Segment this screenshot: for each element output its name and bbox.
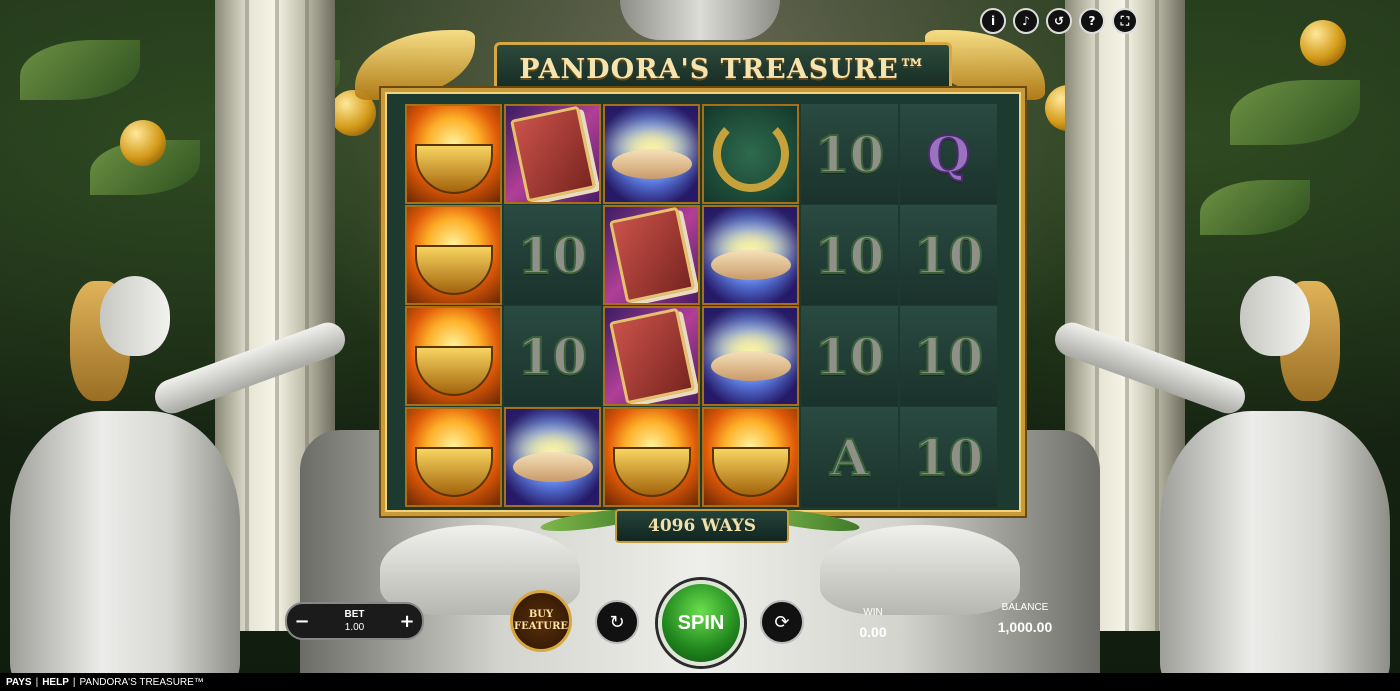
flame-bowl-symbol <box>603 407 700 507</box>
flame-bowl-symbol <box>405 407 502 507</box>
book-icon <box>509 106 596 202</box>
top-icon-bar: i ♪ ↺ ? ⛶ <box>980 8 1138 34</box>
hands-icon <box>611 149 692 179</box>
leaf-decoration <box>20 40 140 100</box>
letter-symbol: 10 <box>801 306 898 406</box>
spin-label: SPIN <box>677 611 725 634</box>
balance-label: BALANCE <box>1001 602 1049 613</box>
bet-control: − BET 1.00 + <box>285 602 424 640</box>
letter-symbol: A <box>801 407 898 507</box>
glowing-hands-symbol <box>702 205 799 305</box>
bet-display: BET 1.00 <box>345 608 365 634</box>
fullscreen-icon[interactable]: ⛶ <box>1112 8 1138 34</box>
reel-6: Q 10 10 10 <box>900 104 997 507</box>
spin-button[interactable]: SPIN <box>658 580 744 666</box>
glowing-hands-symbol <box>603 104 700 204</box>
letter-symbol: Q <box>900 104 997 204</box>
flame-bowl-symbol <box>405 306 502 406</box>
symbol-label: 10 <box>814 124 886 185</box>
symbol-label: 10 <box>913 326 985 387</box>
ways-count: 4096 WAYS <box>648 516 756 536</box>
win-display: WIN 0.00 <box>848 607 898 640</box>
symbol-label: Q <box>926 124 972 185</box>
buy-feature-label: BUY FEATURE <box>513 609 569 632</box>
bowl-icon <box>711 447 790 497</box>
symbol-label: 10 <box>913 225 985 286</box>
game-title: PANDORA'S TREASURE™ <box>519 53 927 85</box>
leaf-decoration <box>1230 80 1360 145</box>
hands-icon <box>710 250 791 280</box>
info-icon[interactable]: i <box>980 8 1006 34</box>
footer-game-name: PANDORA'S TREASURE™ <box>79 676 204 688</box>
letter-symbol: 10 <box>801 104 898 204</box>
footer-bar: PAYS | HELP | PANDORA'S TREASURE™ <box>0 673 1400 691</box>
hands-icon <box>512 452 593 482</box>
glowing-hands-symbol <box>702 306 799 406</box>
balance-value: 1,000.00 <box>997 619 1053 635</box>
bet-value: 1.00 <box>344 622 365 633</box>
bet-increase-button[interactable]: + <box>392 611 422 632</box>
book-icon <box>608 308 695 404</box>
flame-bowl-symbol <box>702 407 799 507</box>
symbol-label: 10 <box>814 326 886 387</box>
game-scene: PANDORA'S TREASURE™ 10 10 10 10 10 A Q 10 10 10 4… <box>0 0 1400 691</box>
reel-4 <box>702 104 799 507</box>
laurel-wreath-symbol <box>702 104 799 204</box>
bowl-icon <box>414 144 493 194</box>
reel-5: 10 10 10 A <box>801 104 898 507</box>
flame-bowl-symbol <box>405 104 502 204</box>
ways-banner: 4096 WAYS <box>615 509 789 543</box>
bet-label: BET <box>344 609 365 620</box>
balance-display: BALANCE 1,000.00 <box>985 602 1065 635</box>
symbol-label: 10 <box>517 225 589 286</box>
symbol-label: 10 <box>814 225 886 286</box>
hands-icon <box>710 351 791 381</box>
book-symbol <box>603 205 700 305</box>
win-label: WIN <box>863 607 883 618</box>
autoplay-icon: ⟳ <box>774 611 790 633</box>
symbol-label: 10 <box>517 326 589 387</box>
right-statue <box>1040 231 1400 691</box>
sound-icon[interactable]: ♪ <box>1013 8 1039 34</box>
pays-link[interactable]: PAYS <box>6 677 32 688</box>
letter-symbol: 10 <box>504 306 601 406</box>
letter-symbol: 10 <box>900 205 997 305</box>
turbo-icon: ↻ <box>609 611 625 633</box>
book-symbol <box>603 306 700 406</box>
leaf-decoration <box>1200 180 1310 235</box>
win-value: 0.00 <box>859 624 887 640</box>
book-symbol <box>504 104 601 204</box>
footer-separator: | <box>72 676 76 688</box>
reel-grid: 10 10 10 10 10 A Q 10 10 10 <box>405 104 1001 507</box>
bowl-icon <box>414 346 493 396</box>
letter-symbol: 10 <box>900 306 997 406</box>
golden-apple <box>1300 20 1346 66</box>
reel-3 <box>603 104 700 507</box>
wreath-icon <box>712 116 789 192</box>
turbo-button[interactable]: ↻ <box>595 600 639 644</box>
letter-symbol: 10 <box>900 407 997 507</box>
bet-decrease-button[interactable]: − <box>287 611 317 632</box>
help-icon[interactable]: ? <box>1079 8 1105 34</box>
letter-symbol: 10 <box>801 205 898 305</box>
golden-apple <box>120 120 166 166</box>
bowl-icon <box>612 447 691 497</box>
reel-frame: 10 10 10 10 10 A Q 10 10 10 <box>381 88 1025 516</box>
glowing-hands-symbol <box>504 407 601 507</box>
footer-separator: | <box>35 676 39 688</box>
history-icon[interactable]: ↺ <box>1046 8 1072 34</box>
buy-feature-button[interactable]: BUY FEATURE <box>510 590 572 652</box>
symbol-label: 10 <box>913 427 985 488</box>
letter-symbol: 10 <box>504 205 601 305</box>
help-link[interactable]: HELP <box>42 677 69 688</box>
symbol-label: A <box>829 427 870 488</box>
reel-1 <box>405 104 502 507</box>
statue-bust <box>620 0 780 40</box>
autoplay-button[interactable]: ⟳ <box>760 600 804 644</box>
book-icon <box>608 207 695 303</box>
bowl-icon <box>414 447 493 497</box>
flame-bowl-symbol <box>405 205 502 305</box>
reel-2: 10 10 <box>504 104 601 507</box>
bowl-icon <box>414 245 493 295</box>
